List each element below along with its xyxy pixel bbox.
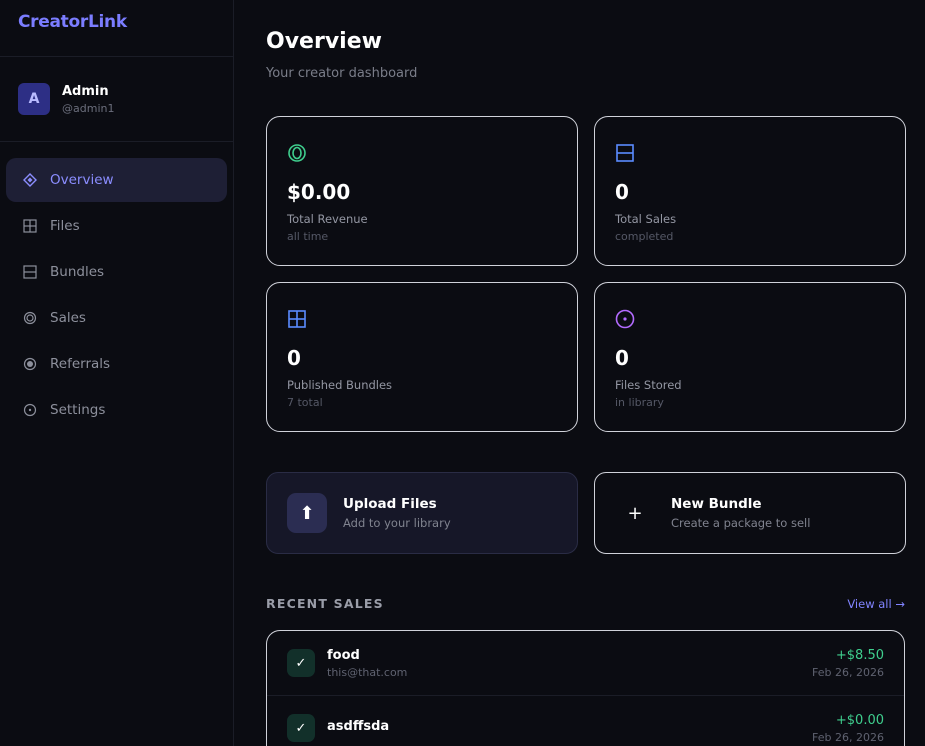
stat-value: 0 bbox=[615, 180, 629, 204]
sidebar-item-sales[interactable]: Sales bbox=[6, 296, 227, 340]
stat-card-revenue: $0.00 Total Revenue all time bbox=[266, 116, 578, 266]
check-icon: ✓ bbox=[287, 649, 315, 677]
stat-value: $0.00 bbox=[287, 180, 351, 204]
sidebar-item-label: Files bbox=[50, 218, 80, 234]
stat-card-files: 0 Files Stored in library bbox=[594, 282, 906, 432]
sidebar-item-label: Settings bbox=[50, 402, 106, 418]
stat-sublabel: 7 total bbox=[287, 396, 323, 409]
stat-card-bundles: 0 Published Bundles 7 total bbox=[266, 282, 578, 432]
recent-sales-heading: RECENT SALES bbox=[266, 596, 384, 611]
upload-arrow-icon: ⬆ bbox=[287, 493, 327, 533]
sidebar-item-referrals[interactable]: Referrals bbox=[6, 342, 227, 386]
brand-logo-text[interactable]: CreatorLink bbox=[18, 12, 127, 32]
sidebar-item-bundles[interactable]: Bundles bbox=[6, 250, 227, 294]
page-title: Overview bbox=[266, 29, 382, 54]
sidebar-item-overview[interactable]: Overview bbox=[6, 158, 227, 202]
brand: CreatorLink bbox=[0, 0, 233, 57]
diamond-icon bbox=[22, 172, 38, 188]
sale-amount: +$8.50 bbox=[835, 647, 884, 663]
sidebar-item-label: Sales bbox=[50, 310, 86, 326]
sale-amount: +$0.00 bbox=[835, 712, 884, 728]
stat-label: Total Revenue bbox=[287, 212, 368, 226]
upload-files-button[interactable]: ⬆ Upload Files Add to your library bbox=[266, 472, 578, 554]
action-subtitle: Add to your library bbox=[343, 516, 451, 530]
stat-label: Published Bundles bbox=[287, 378, 393, 392]
dot-circle-icon bbox=[22, 356, 38, 372]
files-circle-icon bbox=[615, 309, 635, 329]
sale-name: asdffsda bbox=[327, 719, 390, 734]
user-profile[interactable]: A Admin @admin1 bbox=[0, 57, 233, 142]
sidebar-item-label: Referrals bbox=[50, 356, 111, 372]
settings-circle-icon bbox=[22, 402, 38, 418]
page-subtitle: Your creator dashboard bbox=[266, 66, 418, 81]
sale-row[interactable]: ✓ food this@that.com +$8.50 Feb 26, 2026 bbox=[267, 631, 904, 696]
sidebar-nav: Overview Files Bundles Sales Referrals S… bbox=[0, 142, 233, 450]
avatar: A bbox=[18, 83, 50, 115]
sidebar-item-label: Bundles bbox=[50, 264, 105, 280]
stat-sublabel: in library bbox=[615, 396, 664, 409]
stat-sublabel: all time bbox=[287, 230, 329, 243]
bundles-grid-icon bbox=[287, 309, 307, 329]
stat-label: Files Stored bbox=[615, 378, 682, 392]
user-handle: @admin1 bbox=[62, 101, 115, 115]
sale-date: Feb 26, 2026 bbox=[812, 665, 884, 679]
stat-label: Total Sales bbox=[615, 212, 677, 226]
stat-value: 0 bbox=[615, 346, 629, 370]
user-name: Admin bbox=[62, 83, 109, 99]
sales-box-icon bbox=[615, 143, 635, 163]
view-all-link[interactable]: View all → bbox=[847, 597, 905, 611]
recent-sales-list: ✓ food this@that.com +$8.50 Feb 26, 2026… bbox=[266, 630, 905, 746]
grid-icon bbox=[22, 218, 38, 234]
check-icon: ✓ bbox=[287, 714, 315, 742]
bundle-icon bbox=[22, 264, 38, 280]
sale-email: this@that.com bbox=[327, 665, 408, 679]
sale-name: food bbox=[327, 647, 360, 663]
action-title: Upload Files bbox=[343, 496, 437, 512]
sidebar: CreatorLink A Admin @admin1 Overview Fil… bbox=[0, 0, 234, 746]
ring-icon bbox=[22, 310, 38, 326]
sidebar-item-settings[interactable]: Settings bbox=[6, 388, 227, 432]
sale-date: Feb 26, 2026 bbox=[812, 730, 884, 744]
stat-sublabel: completed bbox=[615, 230, 674, 243]
revenue-ring-icon bbox=[287, 143, 307, 163]
sidebar-item-label: Overview bbox=[50, 172, 114, 188]
plus-icon: + bbox=[627, 502, 643, 524]
new-bundle-button[interactable]: + New Bundle Create a package to sell bbox=[594, 472, 906, 554]
main-content: Overview Your creator dashboard $0.00 To… bbox=[234, 0, 925, 746]
sale-row[interactable]: ✓ asdffsda +$0.00 Feb 26, 2026 bbox=[267, 696, 904, 746]
action-subtitle: Create a package to sell bbox=[671, 516, 811, 530]
action-title: New Bundle bbox=[671, 496, 762, 512]
sidebar-item-files[interactable]: Files bbox=[6, 204, 227, 248]
stat-card-sales: 0 Total Sales completed bbox=[594, 116, 906, 266]
stat-value: 0 bbox=[287, 346, 301, 370]
